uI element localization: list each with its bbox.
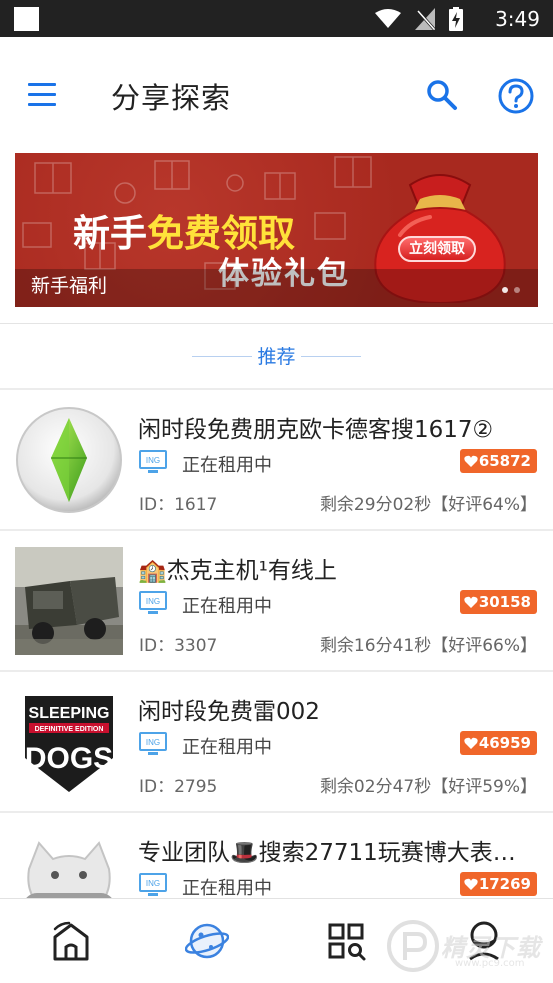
page-title: 分享探索 [111, 81, 232, 115]
likes-badge: 30158 [459, 590, 537, 614]
claim-now-button[interactable]: 立刻领取 [398, 236, 476, 262]
banner-headline-prefix: 新手 [73, 212, 147, 255]
likes-count: 17269 [478, 875, 531, 893]
likes-count: 30158 [478, 593, 531, 611]
status-bar: 3:49 [0, 0, 553, 37]
listing-row[interactable]: 专业团队🎩搜索27711玩赛博大表… ING 正在租用中 17269 [0, 813, 553, 898]
apps-grid-icon [328, 923, 366, 961]
menu-button[interactable] [26, 82, 58, 108]
menu-icon-bar [28, 93, 56, 96]
ing-text: ING [146, 879, 160, 888]
ing-monitor-icon: ING [139, 873, 167, 896]
promo-banner[interactable]: 新手免费领取 体验礼包 立刻领取 新手福利 [15, 153, 538, 307]
app-bar: 分享探索 [0, 37, 553, 153]
listing-title: 🏫杰克主机¹有线上 [138, 558, 337, 584]
banner-caption: 新手福利 [31, 275, 108, 297]
status-icons [375, 6, 463, 32]
help-icon [498, 78, 534, 114]
ing-text: ING [146, 456, 160, 465]
listing-status: 正在租用中 [182, 878, 272, 898]
section-header: 推荐 [0, 324, 553, 388]
nav-apps[interactable] [324, 919, 368, 963]
ing-monitor-icon: ING [139, 450, 167, 473]
wifi-icon [375, 9, 401, 28]
heart-icon [464, 455, 478, 467]
listing-title: 专业团队🎩搜索27711玩赛博大表… [138, 840, 516, 866]
logo-line1: SLEEPING [29, 705, 110, 722]
sims-plumbob-icon [15, 406, 123, 514]
ing-text: ING [146, 597, 160, 606]
nav-home[interactable] [49, 919, 93, 963]
likes-badge: 17269 [459, 872, 537, 896]
listing-status: 正在租用中 [182, 596, 272, 617]
help-button[interactable] [497, 77, 535, 115]
listing-row[interactable]: SLEEPING DEFINITIVE EDITION DOGS 闲时段免费雷0… [0, 672, 553, 813]
section-line-right [301, 356, 361, 357]
likes-count: 65872 [478, 452, 531, 470]
listing-remaining: 剩余16分41秒【好评66%】 [319, 636, 537, 656]
military-truck-image [15, 547, 123, 655]
carousel-dots [502, 287, 520, 293]
ing-monitor-icon: ING [139, 591, 167, 614]
listing-list: 闲时段免费朋克欧卡德客搜1617② ING 正在租用中 65872 ID：161… [0, 390, 553, 898]
listing-id: ID：3307 [139, 636, 218, 656]
listing-remaining: 剩余29分02秒【好评64%】 [319, 495, 537, 515]
listing-remaining: 剩余02分47秒【好评59%】 [319, 777, 537, 797]
menu-icon-bar [28, 103, 56, 106]
listing-title: 闲时段免费雷002 [138, 699, 320, 725]
listing-title: 闲时段免费朋克欧卡德客搜1617② [138, 417, 494, 443]
listing-status: 正在租用中 [182, 455, 272, 476]
likes-count: 46959 [478, 734, 531, 752]
section-title: 推荐 [257, 346, 296, 368]
cat-mascot-icon [15, 829, 123, 898]
listing-id: ID：1617 [139, 495, 218, 515]
logo-line3: DOGS [25, 742, 113, 775]
ing-monitor-icon: ING [139, 732, 167, 755]
status-time: 3:49 [495, 7, 540, 31]
search-button[interactable] [424, 77, 460, 113]
sleeping-dogs-logo: SLEEPING DEFINITIVE EDITION DOGS [15, 688, 123, 796]
watermark-logo-icon [387, 920, 439, 972]
watermark-url: www.pc9.com [455, 958, 525, 969]
home-icon [53, 921, 89, 961]
carousel-dot[interactable] [502, 287, 508, 293]
battery-charging-icon [449, 7, 463, 31]
listing-row[interactable]: 闲时段免费朋克欧卡德客搜1617② ING 正在租用中 65872 ID：161… [0, 390, 553, 531]
heart-icon [464, 596, 478, 608]
carousel-dot[interactable] [514, 287, 520, 293]
likes-badge: 46959 [459, 731, 537, 755]
heart-icon [464, 737, 478, 749]
listing-status: 正在租用中 [182, 737, 272, 758]
heart-icon [464, 878, 478, 890]
notification-icon [14, 7, 39, 31]
menu-icon [28, 83, 56, 86]
search-icon [427, 80, 457, 110]
nav-explore[interactable] [184, 919, 230, 963]
no-signal-icon [415, 8, 435, 30]
logo-line2: DEFINITIVE EDITION [35, 726, 104, 733]
likes-badge: 65872 [459, 449, 537, 473]
watermark: 精灵下载 www.pc9.com [385, 918, 550, 978]
ing-text: ING [146, 738, 160, 747]
explore-planet-icon [184, 923, 230, 959]
listing-row[interactable]: 🏫杰克主机¹有线上 ING 正在租用中 30158 ID：3307 剩余16分4… [0, 531, 553, 672]
listing-id: ID：2795 [139, 777, 218, 797]
